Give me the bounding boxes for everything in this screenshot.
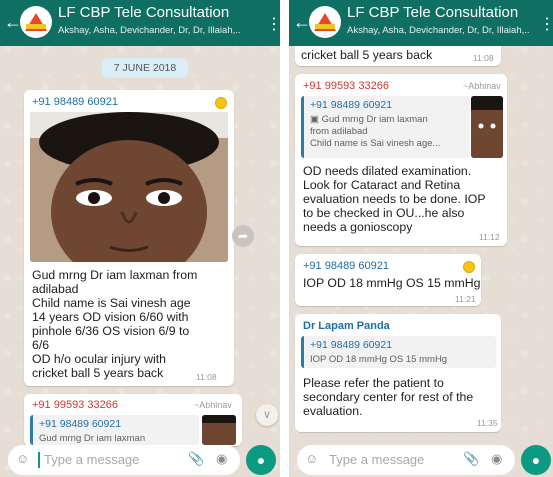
message-text: OD needs dilated examination. Look for C… xyxy=(303,164,486,234)
message-time: 11:35 xyxy=(477,418,498,428)
message-text: cricket ball 5 years back xyxy=(301,48,433,62)
message-bubble[interactable]: +91 98489 60921 IOP OD 18 mmHg OS 15 mmH… xyxy=(295,254,481,306)
quoted-text: Gud mrng Dr iam laxman xyxy=(39,433,146,444)
message-sender[interactable]: Dr Lapam Panda xyxy=(303,320,390,332)
message-text: Gud mrng Dr iam laxman from adilabad Chi… xyxy=(32,268,198,380)
chat-header[interactable]: ← LF CBP Tele Consultation Akshay, Asha,… xyxy=(0,0,280,46)
chat-panel-left: ← LF CBP Tele Consultation Akshay, Asha,… xyxy=(0,0,280,477)
quoted-text: IOP OD 18 mmHg OS 15 mmHg xyxy=(310,354,448,365)
quoted-message[interactable]: +91 98489 60921 ▣ Gud mrng Dr iam laxman… xyxy=(301,96,470,158)
attach-icon[interactable]: 📎 xyxy=(463,451,479,467)
message-time: 11:08 xyxy=(196,372,217,382)
quoted-photo-thumbnail xyxy=(202,415,236,445)
message-bubble-reply[interactable]: +91 99593 33266 ~Abhinav +91 98489 60921… xyxy=(295,74,507,246)
smiley-icon xyxy=(463,261,475,273)
message-sender[interactable]: +91 98489 60921 xyxy=(32,96,118,108)
message-bubble-partial[interactable]: cricket ball 5 years back 11:08 xyxy=(295,46,501,66)
photo-mini-icon: ▣ xyxy=(310,114,322,125)
camera-icon[interactable]: ◉ xyxy=(491,451,502,467)
quoted-message[interactable]: +91 98489 60921 IOP OD 18 mmHg OS 15 mmH… xyxy=(301,336,496,368)
quoted-text: Gud mrng Dr iam laxman xyxy=(321,114,428,125)
sender-nickname: ~Abhinav xyxy=(463,81,501,91)
message-time: 11:08 xyxy=(473,53,494,63)
quoted-text: Child name is Sai vinesh age... xyxy=(310,138,441,149)
quoted-photo-thumbnail xyxy=(471,96,503,158)
message-sender[interactable]: +91 99593 33266 xyxy=(32,399,118,411)
kebab-menu-icon[interactable]: ⋮ xyxy=(266,14,280,34)
quoted-sender: +91 98489 60921 xyxy=(310,99,393,111)
quoted-sender: +91 98489 60921 xyxy=(39,418,122,430)
thumbnail-image xyxy=(471,96,503,158)
mic-button[interactable]: ● xyxy=(246,445,276,475)
text-cursor xyxy=(38,452,40,468)
forward-icon[interactable]: ➦ xyxy=(232,225,254,247)
back-arrow-icon[interactable]: ← xyxy=(293,12,311,32)
patient-photo[interactable] xyxy=(30,112,228,262)
group-avatar[interactable] xyxy=(309,6,341,38)
group-avatar[interactable] xyxy=(20,6,52,38)
mic-button[interactable]: ● xyxy=(521,445,551,475)
attach-icon[interactable]: 📎 xyxy=(188,451,204,467)
chat-panel-right: ← LF CBP Tele Consultation Akshay, Asha,… xyxy=(289,0,553,477)
microphone-icon: ● xyxy=(531,452,541,468)
chat-title: LF CBP Tele Consultation xyxy=(347,4,519,21)
patient-face-image xyxy=(30,112,228,262)
emoji-icon[interactable]: ☺ xyxy=(16,451,29,466)
sender-nickname: ~Abhinav xyxy=(194,400,232,410)
quoted-sender: +91 98489 60921 xyxy=(310,339,393,351)
message-sender[interactable]: +91 99593 33266 xyxy=(303,80,389,92)
thumbnail-image xyxy=(202,415,236,445)
chat-header[interactable]: ← LF CBP Tele Consultation Akshay, Asha,… xyxy=(289,0,553,46)
smiley-icon xyxy=(215,97,227,109)
message-placeholder: Type a message xyxy=(44,452,140,467)
camera-icon[interactable]: ◉ xyxy=(216,451,227,467)
scroll-down-icon[interactable]: ∨ xyxy=(256,404,278,426)
quoted-text-line: ▣ Gud mrng Dr iam laxman xyxy=(310,114,428,125)
message-text: IOP OD 18 mmHg OS 15 mmHg xyxy=(303,276,481,290)
microphone-icon: ● xyxy=(256,452,266,468)
quoted-text: from adilabad xyxy=(310,126,368,137)
date-divider: 7 JUNE 2018 xyxy=(102,58,188,78)
message-placeholder: Type a message xyxy=(329,452,425,467)
back-arrow-icon[interactable]: ← xyxy=(4,12,22,32)
chat-title: LF CBP Tele Consultation xyxy=(58,4,230,21)
kebab-menu-icon[interactable]: ⋮ xyxy=(539,14,553,34)
message-time: 11:21 xyxy=(455,294,476,304)
chat-participants: Akshay, Asha, Devichander, Dr, Dr, Illai… xyxy=(58,25,241,36)
emoji-icon[interactable]: ☺ xyxy=(305,451,318,466)
message-time: 11:12 xyxy=(479,232,500,242)
quoted-message[interactable]: +91 98489 60921 Gud mrng Dr iam laxman xyxy=(30,415,199,445)
message-bubble-photo[interactable]: +91 98489 60921 Gud mrng Dr iam laxman f… xyxy=(24,90,234,386)
message-bubble-reply[interactable]: +91 99593 33266 ~Abhinav +91 98489 60921… xyxy=(24,394,242,446)
message-text: Please refer the patient to secondary ce… xyxy=(303,376,474,418)
message-sender[interactable]: +91 98489 60921 xyxy=(303,260,389,272)
chat-participants: Akshay, Asha, Devichander, Dr, Dr, Illai… xyxy=(347,25,530,36)
message-bubble-reply[interactable]: Dr Lapam Panda +91 98489 60921 IOP OD 18… xyxy=(295,314,501,432)
message-input[interactable]: ☺ Type a message 📎 ◉ xyxy=(297,445,515,475)
message-input[interactable]: ☺ Type a message 📎 ◉ xyxy=(8,445,240,475)
